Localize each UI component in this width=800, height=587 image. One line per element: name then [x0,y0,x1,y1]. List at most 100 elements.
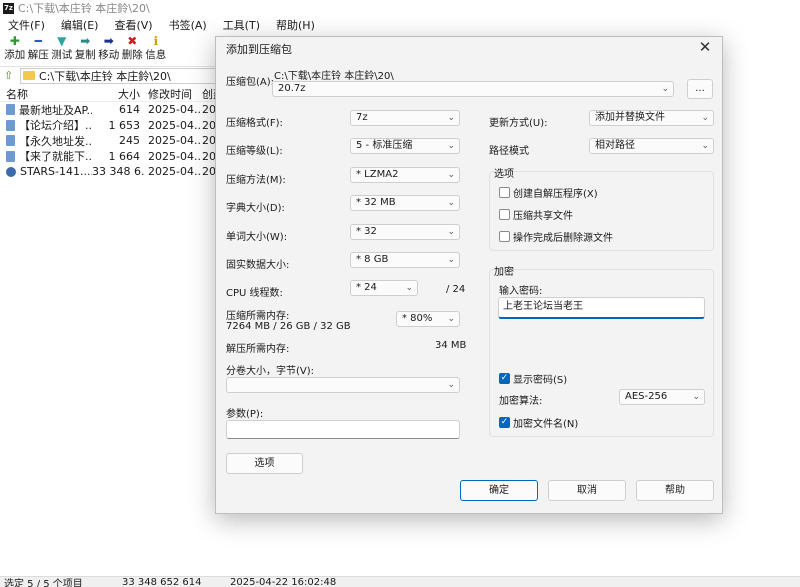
sfx-checkbox[interactable]: 创建自解压程序(X) [499,185,598,200]
format-select[interactable]: 7z ⌄ [350,110,460,126]
file-row[interactable]: 【来了就能下... 1 664 2025-04... 20 [0,149,220,165]
move-button[interactable]: ➡ 移动 [97,34,121,64]
format-value: 7z [356,112,368,123]
update-select[interactable]: 添加并替换文件 ⌄ [589,110,714,126]
column-modified[interactable]: 修改时间 [144,86,200,102]
window-title: C:\下载\本庄铃 本庄鈴\20\ [18,2,150,15]
chevron-down-icon: ⌄ [447,113,455,123]
close-icon[interactable]: ✕ [696,39,714,55]
ok-button[interactable]: 确定 [460,480,538,501]
cancel-button[interactable]: 取消 [548,480,626,501]
level-value: 5 - 标准压缩 [356,140,413,151]
checkbox-box [499,209,510,220]
chevron-down-icon: ⌄ [701,113,709,123]
chevron-down-icon: ⌄ [447,170,455,180]
delete-label: 删除 [121,49,143,61]
file-row[interactable]: 最新地址及AP... 614 2025-04... 20 [0,102,220,118]
options-button[interactable]: 选项 [226,453,303,474]
move-arrow-icon: ➡ [103,34,114,48]
menu-file[interactable]: 文件(F) [0,17,53,33]
archive-name-combo[interactable]: 20.7z ⌄ [272,81,674,97]
file-modified: 2025-04... [148,118,200,132]
params-input[interactable] [226,420,460,439]
file-size: 1 653 [108,118,141,132]
file-name: 最新地址及AP... [19,103,92,117]
chevron-down-icon: ⌄ [701,141,709,151]
column-name[interactable]: 名称 [0,86,92,102]
dict-label: 字典大小(D): [226,203,285,214]
threads-select[interactable]: * 24 ⌄ [350,280,418,296]
file-size: 33 348 6... [92,165,144,179]
chevron-down-icon: ⌄ [447,380,455,390]
status-selection: 选定 5 / 5 个项目 [4,578,83,587]
password-input[interactable]: 上老王论坛当老王 [498,297,705,319]
show-password-checkbox[interactable]: ✓ 显示密码(S) [499,371,567,386]
file-size: 1 664 [108,149,141,163]
file-row[interactable]: 【论坛介绍】.... 1 653 2025-04... 20 [0,118,220,134]
up-folder-icon[interactable]: ⇧ [4,69,18,82]
delete-button[interactable]: ✖ 删除 [121,34,145,64]
mem-label: 压缩所需内存: [226,311,290,322]
extract-label: 解压 [27,49,49,61]
mem-percent-select[interactable]: * 80% ⌄ [396,311,460,327]
add-button[interactable]: ✚ 添加 [3,34,27,64]
text-file-icon [6,104,15,116]
delete-after-label: 操作完成后删除源文件 [513,233,613,244]
copy-button[interactable]: ➡ 复制 [74,34,98,64]
encrypt-method-select[interactable]: AES-256 ⌄ [619,389,705,405]
method-select[interactable]: * LZMA2 ⌄ [350,167,460,183]
shared-label: 压缩共享文件 [513,211,573,222]
path-mode-select[interactable]: 相对路径 ⌄ [589,138,714,154]
file-modified: 2025-04... [148,165,200,179]
file-size: 245 [119,134,140,148]
info-button[interactable]: ℹ 信息 [144,34,168,64]
menu-help[interactable]: 帮助(H) [268,17,323,33]
test-button[interactable]: ▼ 测试 [50,34,74,64]
archive-name-value: 20.7z [278,83,306,94]
menu-view[interactable]: 查看(V) [106,17,160,33]
text-file-icon [6,135,15,147]
file-row[interactable]: STARS-141.... 33 348 6... 2025-04... 20 [0,164,220,180]
chevron-down-icon: ⌄ [447,227,455,237]
status-bar: 选定 5 / 5 个项目 33 348 652 614 2025-04-22 1… [0,576,800,587]
method-value: * LZMA2 [356,169,399,180]
minus-icon: ━ [34,34,42,48]
address-input[interactable]: C:\下载\本庄铃 本庄鈴\20\ [20,67,220,84]
add-to-archive-dialog: 添加到压缩包 ✕ 压缩包(A): C:\下载\本庄铃 本庄鈴\20\ 20.7z… [215,36,723,514]
decomp-value: 34 MB [435,340,467,351]
chevron-down-icon: ⌄ [447,314,455,324]
menu-edit[interactable]: 编辑(E) [53,17,107,33]
solid-select[interactable]: * 8 GB ⌄ [350,252,460,268]
update-value: 添加并替换文件 [595,112,665,123]
menu-bookmarks[interactable]: 书签(A) [161,17,215,33]
params-label: 参数(P): [226,409,264,420]
split-combo[interactable]: ⌄ [226,377,460,393]
chevron-down-icon: ⌄ [447,255,455,265]
level-select[interactable]: 5 - 标准压缩 ⌄ [350,138,460,154]
dict-select[interactable]: * 32 MB ⌄ [350,195,460,211]
check-icon: ▼ [57,34,67,48]
solid-value: * 8 GB [356,254,389,265]
help-button[interactable]: 帮助 [636,480,714,501]
checkbox-box [499,231,510,242]
menu-tools[interactable]: 工具(T) [215,17,268,33]
file-name: 【永久地址发... [19,134,92,148]
delete-after-checkbox[interactable]: 操作完成后删除源文件 [499,229,613,244]
column-size[interactable]: 大小 [92,86,144,102]
solid-label: 固实数据大小: [226,260,290,271]
address-bar: ⇧ C:\下载\本庄铃 本庄鈴\20\ [0,66,220,84]
chevron-down-icon: ⌄ [661,84,669,94]
path-mode-value: 相对路径 [595,140,635,151]
shared-checkbox[interactable]: 压缩共享文件 [499,207,573,222]
file-modified: 2025-04... [148,134,200,148]
file-name: 【来了就能下... [19,150,92,164]
video-file-icon [6,166,16,177]
encrypt-names-checkbox[interactable]: ✓ 加密文件名(N) [499,415,578,430]
threads-max: / 24 [446,284,466,295]
extract-button[interactable]: ━ 解压 [27,34,51,64]
file-row[interactable]: 【永久地址发... 245 2025-04... 20 [0,133,220,149]
status-size: 33 348 652 614 [122,576,202,587]
word-select[interactable]: * 32 ⌄ [350,224,460,240]
browse-button[interactable]: ... [687,79,713,99]
chevron-down-icon: ⌄ [447,141,455,151]
